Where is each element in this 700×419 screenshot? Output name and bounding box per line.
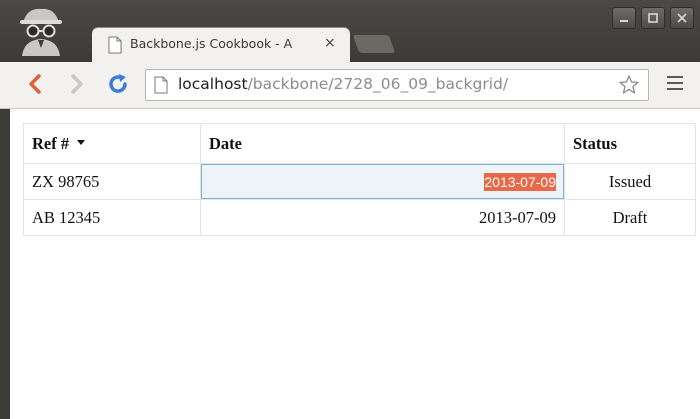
browser-window: Backbone.js Cookbook - A × localhost/bac… (0, 0, 700, 419)
column-header-status[interactable]: Status (564, 123, 696, 164)
window-controls (612, 7, 694, 29)
page-icon (154, 76, 168, 94)
cell-date[interactable]: 2013-07-09 (200, 199, 565, 236)
menu-bar-line (667, 82, 683, 84)
bookmark-star-icon[interactable] (618, 74, 640, 96)
forward-arrow-icon[interactable] (66, 72, 88, 96)
table-row: ZX 98765 2013-07-09 Issued (23, 163, 696, 200)
minimize-icon (620, 20, 628, 22)
title-bar: Backbone.js Cookbook - A × (0, 0, 700, 62)
maximize-icon (648, 13, 658, 23)
menu-bar-line (667, 88, 683, 90)
cell-status[interactable]: Draft (564, 199, 696, 236)
column-header-label: Date (209, 133, 242, 153)
close-icon (677, 13, 687, 23)
tab-close-icon[interactable]: × (324, 35, 336, 51)
back-arrow-icon[interactable] (24, 72, 46, 96)
url-text: localhost/backbone/2728_06_09_backgrid/ (178, 75, 508, 93)
page-content: Ref # Date Status ZX 98765 2013-07-09 Is… (0, 109, 700, 419)
address-bar[interactable]: localhost/backbone/2728_06_09_backgrid/ (145, 69, 649, 101)
maximize-button[interactable] (641, 7, 665, 29)
browser-toolbar: localhost/backbone/2728_06_09_backgrid/ (0, 62, 700, 109)
column-header-ref[interactable]: Ref # (23, 123, 201, 164)
column-header-date[interactable]: Date (200, 123, 565, 164)
incognito-icon (20, 8, 62, 56)
hamburger-menu-icon[interactable] (667, 76, 683, 92)
url-path: /backbone/2728_06_09_backgrid/ (247, 75, 509, 93)
new-tab-button[interactable] (352, 35, 396, 53)
tab-title-fade (297, 34, 327, 56)
page-icon (108, 36, 122, 54)
tab-title: Backbone.js Cookbook - A (130, 36, 293, 51)
cell-status[interactable]: Issued (564, 163, 696, 200)
cell-ref[interactable]: ZX 98765 (23, 163, 201, 200)
selected-date-text[interactable]: 2013-07-09 (484, 172, 556, 191)
cell-date-editor[interactable]: 2013-07-09 (200, 163, 565, 200)
close-window-button[interactable] (670, 7, 694, 29)
column-header-label: Status (573, 133, 618, 153)
url-host: localhost (178, 75, 248, 93)
cell-ref[interactable]: AB 12345 (23, 199, 201, 236)
menu-bar-line (667, 76, 683, 78)
reload-icon[interactable] (106, 72, 130, 96)
header-row: Ref # Date Status (23, 123, 696, 164)
browser-tab[interactable]: Backbone.js Cookbook - A × (92, 28, 350, 62)
backgrid-table: Ref # Date Status ZX 98765 2013-07-09 Is… (23, 123, 696, 236)
table-row: AB 12345 2013-07-09 Draft (23, 199, 696, 236)
column-header-label: Ref # (32, 133, 70, 153)
minimize-button[interactable] (612, 7, 636, 29)
sort-descending-icon (77, 139, 86, 145)
